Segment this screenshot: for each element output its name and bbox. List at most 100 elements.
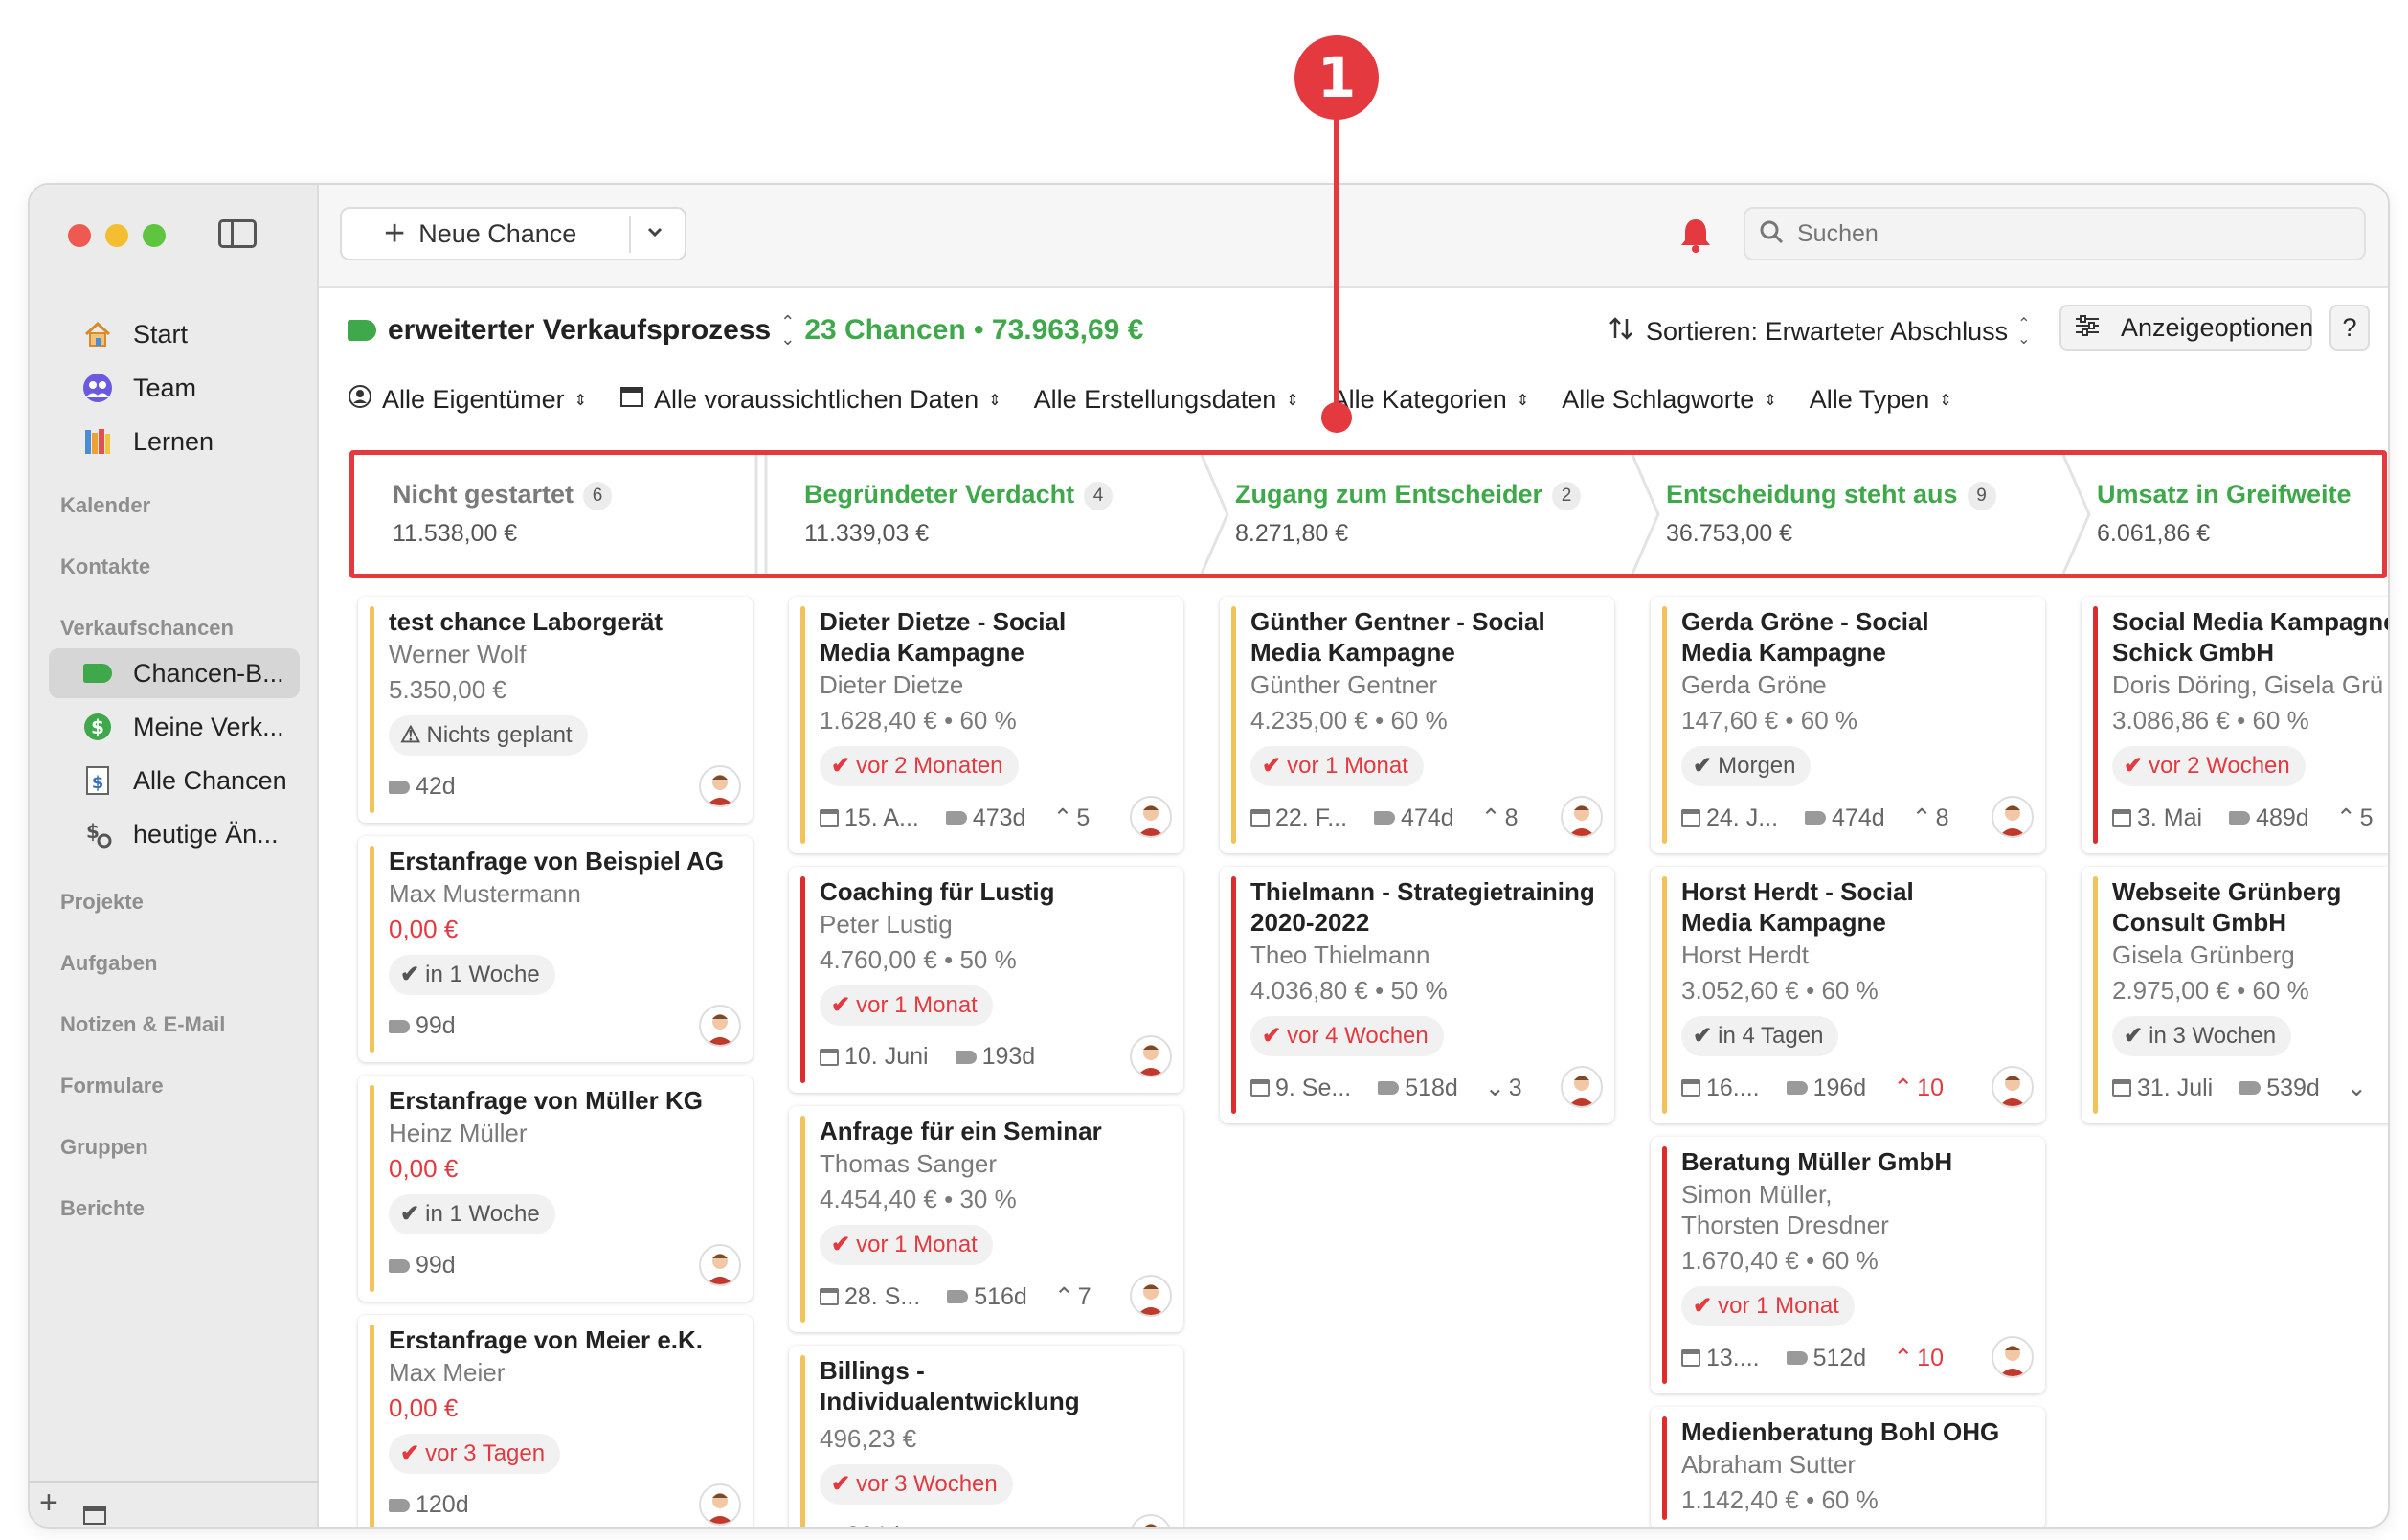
next-activity-pill[interactable]: ✔ in 1 Woche bbox=[389, 955, 555, 995]
next-activity-pill[interactable]: ✔ in 1 Woche bbox=[389, 1194, 555, 1234]
next-activity-pill[interactable]: ✔ vor 1 Monat bbox=[820, 985, 993, 1026]
stage-amount: 11.538,00 € bbox=[393, 520, 518, 547]
calendar-icon bbox=[820, 809, 839, 827]
next-activity-pill[interactable]: ✔ in 3 Wochen bbox=[2112, 1016, 2292, 1056]
opportunity-card[interactable]: Webseite Grünberg Consult GmbH Gisela Grün… bbox=[2082, 867, 2388, 1123]
opportunity-card[interactable]: Anfrage für ein Seminar Thomas Sanger 4.45… bbox=[789, 1106, 1183, 1332]
section-formulare[interactable]: Formulare bbox=[60, 1074, 164, 1098]
filter-types[interactable]: Alle Typen ⇕ bbox=[1810, 385, 1952, 415]
card-value: 3.052,60 € • 60 % bbox=[1681, 976, 1879, 1005]
process-selector[interactable]: erweiterter Verkaufsprozess bbox=[388, 314, 771, 347]
next-activity-pill[interactable]: ✔ vor 3 Tagen bbox=[389, 1434, 561, 1474]
stage-count-badge: 6 bbox=[583, 481, 613, 510]
section-projekte[interactable]: Projekte bbox=[60, 890, 144, 915]
next-activity-pill[interactable]: ⚠ Nichts geplant bbox=[389, 715, 588, 756]
meta-value: 8 bbox=[1935, 804, 1949, 831]
search-input[interactable] bbox=[1797, 219, 2333, 248]
opportunity-card[interactable]: Billings - Individualentwicklung 496,23 € ✔… bbox=[789, 1346, 1183, 1527]
card-meta-row: 120d bbox=[389, 1491, 496, 1519]
section-berichte[interactable]: Berichte bbox=[60, 1196, 145, 1221]
filter-owner[interactable]: Alle Eigentümer ⇕ bbox=[348, 384, 587, 416]
section-aufgaben[interactable]: Aufgaben bbox=[60, 951, 157, 976]
opportunity-card[interactable]: Coaching für Lustig Peter Lustig 4.760,00 … bbox=[789, 867, 1183, 1093]
display-options-button[interactable]: Anzeigeoptionen bbox=[2059, 305, 2313, 351]
opportunity-card[interactable]: Gerda Gröne - Social Media Kampagne Gerda … bbox=[1651, 597, 2045, 853]
filter-expected-date[interactable]: Alle voraussichtlichen Daten ⇕ bbox=[619, 385, 1001, 415]
sidebar-toggle-icon[interactable] bbox=[218, 219, 257, 248]
card-value: 0,00 € bbox=[389, 1393, 459, 1422]
next-activity-pill[interactable]: ✔ vor 1 Monat bbox=[820, 1225, 993, 1265]
app-window: Start Team Lernen Kalender Kontakte Verk… bbox=[28, 183, 2390, 1529]
opportunity-card[interactable]: Erstanfrage von Meier e.K. Max Meier 0,00 … bbox=[358, 1315, 753, 1527]
minimize-window-button[interactable] bbox=[105, 224, 128, 247]
priority-bar bbox=[1231, 606, 1236, 844]
opportunity-card[interactable]: Erstanfrage von Beispiel AG Max Musterman… bbox=[358, 836, 753, 1062]
sidebar-item-heutige-aenderungen[interactable]: $ heutige Än... bbox=[30, 809, 319, 859]
sidebar-item-team[interactable]: Team bbox=[30, 363, 319, 413]
checkmark-icon: ✔ bbox=[831, 1471, 851, 1497]
filter-tags[interactable]: Alle Schlagworte ⇕ bbox=[1562, 385, 1777, 415]
zoom-window-button[interactable] bbox=[143, 224, 166, 247]
section-kalender[interactable]: Kalender bbox=[60, 493, 150, 518]
filter-creation-date[interactable]: Alle Erstellungsdaten ⇕ bbox=[1034, 385, 1299, 415]
card-contact: Peter Lustig bbox=[820, 910, 953, 939]
next-activity-label: Morgen bbox=[1718, 753, 1796, 779]
chevron-down-icon[interactable] bbox=[646, 218, 664, 254]
filter-categories[interactable]: Alle Kategorien ⇕ bbox=[1332, 385, 1530, 415]
opportunity-card[interactable]: test chance Laborgerät Werner Wolf 5.350,0… bbox=[358, 597, 753, 823]
meta-value: 99d bbox=[416, 1012, 456, 1039]
stage-column-header[interactable]: Begründeter Verdacht 4 11.339,03 € bbox=[766, 455, 1187, 574]
close-window-button[interactable] bbox=[68, 224, 91, 247]
sidebar-item-start[interactable]: Start bbox=[30, 309, 319, 359]
add-button[interactable]: + bbox=[39, 1484, 58, 1522]
next-activity-pill[interactable]: ✔ Morgen bbox=[1681, 746, 1812, 786]
stage-column-header[interactable]: Entscheidung steht aus 9 36.753,00 € bbox=[1628, 455, 2049, 574]
opportunity-card[interactable]: Medienberatung Bohl OHG Abraham Sutter 1.1… bbox=[1651, 1407, 2045, 1527]
opportunity-card[interactable]: Erstanfrage von Müller KG Heinz Müller 0,0… bbox=[358, 1076, 753, 1302]
next-activity-pill[interactable]: ✔ vor 1 Monat bbox=[1681, 1286, 1855, 1326]
stage-column-header[interactable]: Zugang zum Entscheider 2 8.271,80 € bbox=[1197, 455, 1618, 574]
sidebar-item-meine-verkaufschancen[interactable]: $ Meine Verk... bbox=[30, 702, 319, 752]
next-activity-pill[interactable]: ✔ vor 4 Wochen bbox=[1250, 1016, 1444, 1056]
opportunity-card[interactable]: Beratung Müller GmbH Simon Müller, Thorste… bbox=[1651, 1137, 2045, 1393]
section-verkaufschancen[interactable]: Verkaufschancen bbox=[60, 616, 234, 641]
section-gruppen[interactable]: Gruppen bbox=[60, 1135, 148, 1160]
card-title-line: Media Kampagne bbox=[1681, 638, 1886, 667]
search-field[interactable] bbox=[1744, 207, 2366, 260]
bell-icon[interactable] bbox=[1678, 215, 1713, 259]
card-title: Günther Gentner - Social Media Kampagne bbox=[1250, 606, 1601, 668]
sidebar-item-lernen[interactable]: Lernen bbox=[30, 417, 319, 466]
stage-column-header[interactable]: Umsatz in Greifweite 6.061,86 € bbox=[2059, 455, 2382, 574]
sidebar-item-alle-chancen[interactable]: $ Alle Chancen bbox=[30, 756, 319, 805]
card-meta-row: 9. Se... 518d ⌄ 3 bbox=[1250, 1074, 1549, 1102]
callout-line bbox=[1334, 115, 1339, 412]
next-activity-pill[interactable]: ✔ vor 3 Wochen bbox=[820, 1464, 1013, 1505]
help-button[interactable]: ? bbox=[2329, 305, 2370, 351]
meta-item: ⌃ 10 bbox=[1893, 1074, 1944, 1102]
next-activity-pill[interactable]: ✔ vor 1 Monat bbox=[1250, 746, 1424, 786]
next-activity-pill[interactable]: ✔ vor 2 Monaten bbox=[820, 746, 1019, 786]
opportunity-card[interactable]: Horst Herdt - Social Media Kampagne Horst … bbox=[1651, 867, 2045, 1123]
stage-column-header[interactable]: Nicht gestartet 6 11.538,00 € bbox=[354, 455, 776, 574]
section-notizen-email[interactable]: Notizen & E-Mail bbox=[60, 1012, 225, 1037]
meta-item: 474d bbox=[1374, 804, 1454, 832]
opportunity-card[interactable]: Thielmann - Strategietraining 2020-2022 Th… bbox=[1220, 867, 1614, 1123]
sidebar-item-chancen-board[interactable]: Chancen-B... bbox=[49, 648, 300, 698]
stage-name: Begründeter Verdacht 4 bbox=[804, 480, 1114, 510]
opportunity-card[interactable]: Dieter Dietze - Social Media Kampagne Diet… bbox=[789, 597, 1183, 853]
updown-chevron-icon[interactable]: ⌃ ⌄ bbox=[780, 313, 795, 348]
opportunity-card[interactable]: Günther Gentner - Social Media Kampagne Gü… bbox=[1220, 597, 1614, 853]
card-value: 4.235,00 € • 60 % bbox=[1250, 706, 1448, 735]
sort-selector[interactable]: Sortieren: Erwarteter Abschluss ⌃ ⌄ bbox=[1608, 315, 2040, 349]
books-icon bbox=[79, 423, 116, 460]
next-activity-pill[interactable]: ✔ vor 2 Wochen bbox=[2112, 746, 2306, 786]
plus-icon: + bbox=[384, 214, 406, 254]
card-contact: Dieter Dietze bbox=[820, 670, 964, 699]
calendar-icon[interactable] bbox=[83, 1496, 106, 1527]
new-opportunity-button[interactable]: + Neue Chance bbox=[340, 207, 686, 260]
section-kontakte[interactable]: Kontakte bbox=[60, 555, 150, 579]
stage-count-badge: 2 bbox=[1552, 481, 1582, 510]
next-activity-pill[interactable]: ✔ in 4 Tagen bbox=[1681, 1016, 1839, 1056]
pipeline-stage-bar: Nicht gestartet 6 11.538,00 € Begründeter V… bbox=[349, 450, 2387, 578]
opportunity-card[interactable]: Social Media Kampagne Schick GmbH Doris Dö… bbox=[2082, 597, 2388, 853]
